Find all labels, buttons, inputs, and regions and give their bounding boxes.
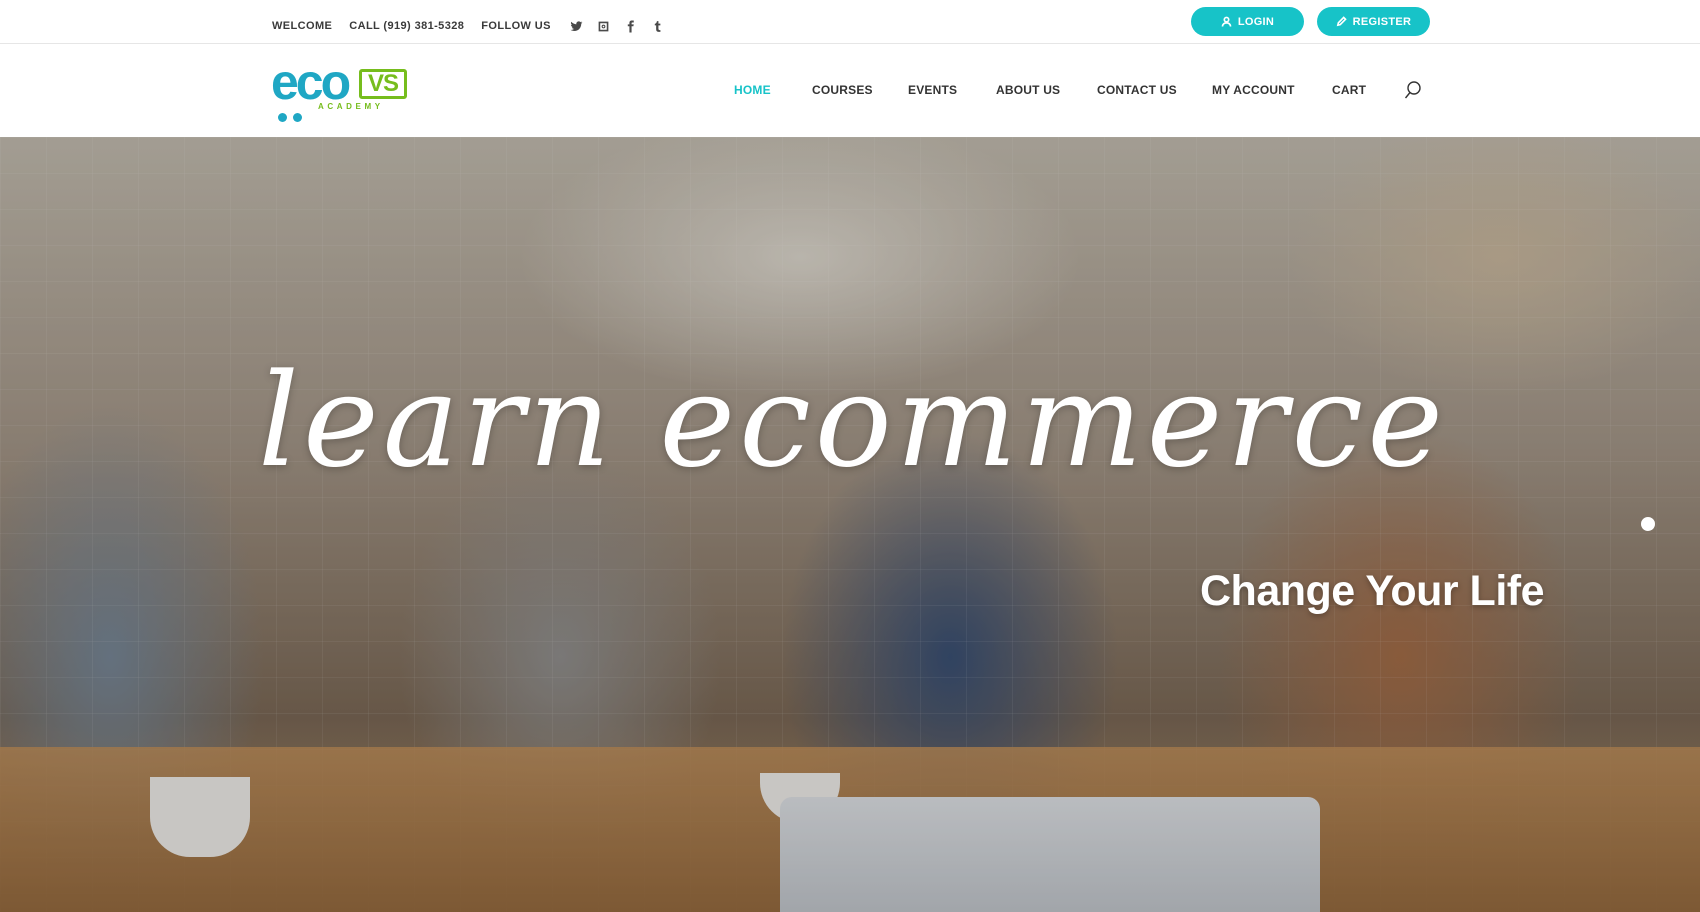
facebook-icon[interactable] <box>624 19 638 33</box>
top-info: WELCOME CALL (919) 381-5328 FOLLOW US <box>272 19 665 33</box>
tumblr-icon[interactable] <box>651 19 665 33</box>
top-bar: WELCOME CALL (919) 381-5328 FOLLOW US LO… <box>0 0 1700 44</box>
search-icon[interactable] <box>1404 80 1422 100</box>
login-button[interactable]: LOGIN <box>1191 7 1304 36</box>
follow-us-label: FOLLOW US <box>481 20 551 32</box>
nav-about-us[interactable]: ABOUT US <box>996 83 1060 97</box>
instagram-icon[interactable] <box>597 19 611 33</box>
nav-home[interactable]: HOME <box>734 83 771 97</box>
login-label: LOGIN <box>1237 15 1275 28</box>
twitter-icon[interactable] <box>570 19 584 33</box>
nav-contact-us[interactable]: CONTACT US <box>1097 83 1177 97</box>
nav-events[interactable]: EVENTS <box>908 83 957 97</box>
nav-my-account[interactable]: MY ACCOUNT <box>1212 83 1295 97</box>
register-button[interactable]: REGISTER <box>1317 7 1430 36</box>
nav-cart[interactable]: CART <box>1332 83 1366 97</box>
phone-link[interactable]: CALL (919) 381-5328 <box>349 20 464 32</box>
hero-headline: learn ecommerce <box>258 347 1447 496</box>
main-header: eco VS ACADEMY HOME COURSES EVENTS ABOUT… <box>0 45 1700 137</box>
register-label: REGISTER <box>1352 15 1412 28</box>
nav-courses[interactable]: COURSES <box>812 83 873 97</box>
hero-overlay <box>0 137 1700 912</box>
social-links <box>570 19 665 33</box>
user-icon <box>1221 16 1232 27</box>
welcome-text: WELCOME <box>272 20 333 32</box>
slider-dot[interactable] <box>1641 517 1655 531</box>
hero-tagline: Change Your Life <box>1200 567 1545 615</box>
main-nav: HOME COURSES EVENTS ABOUT US CONTACT US … <box>0 45 1700 137</box>
hero-slider: learn ecommerce Change Your Life <box>0 137 1700 912</box>
pencil-icon <box>1336 16 1347 27</box>
